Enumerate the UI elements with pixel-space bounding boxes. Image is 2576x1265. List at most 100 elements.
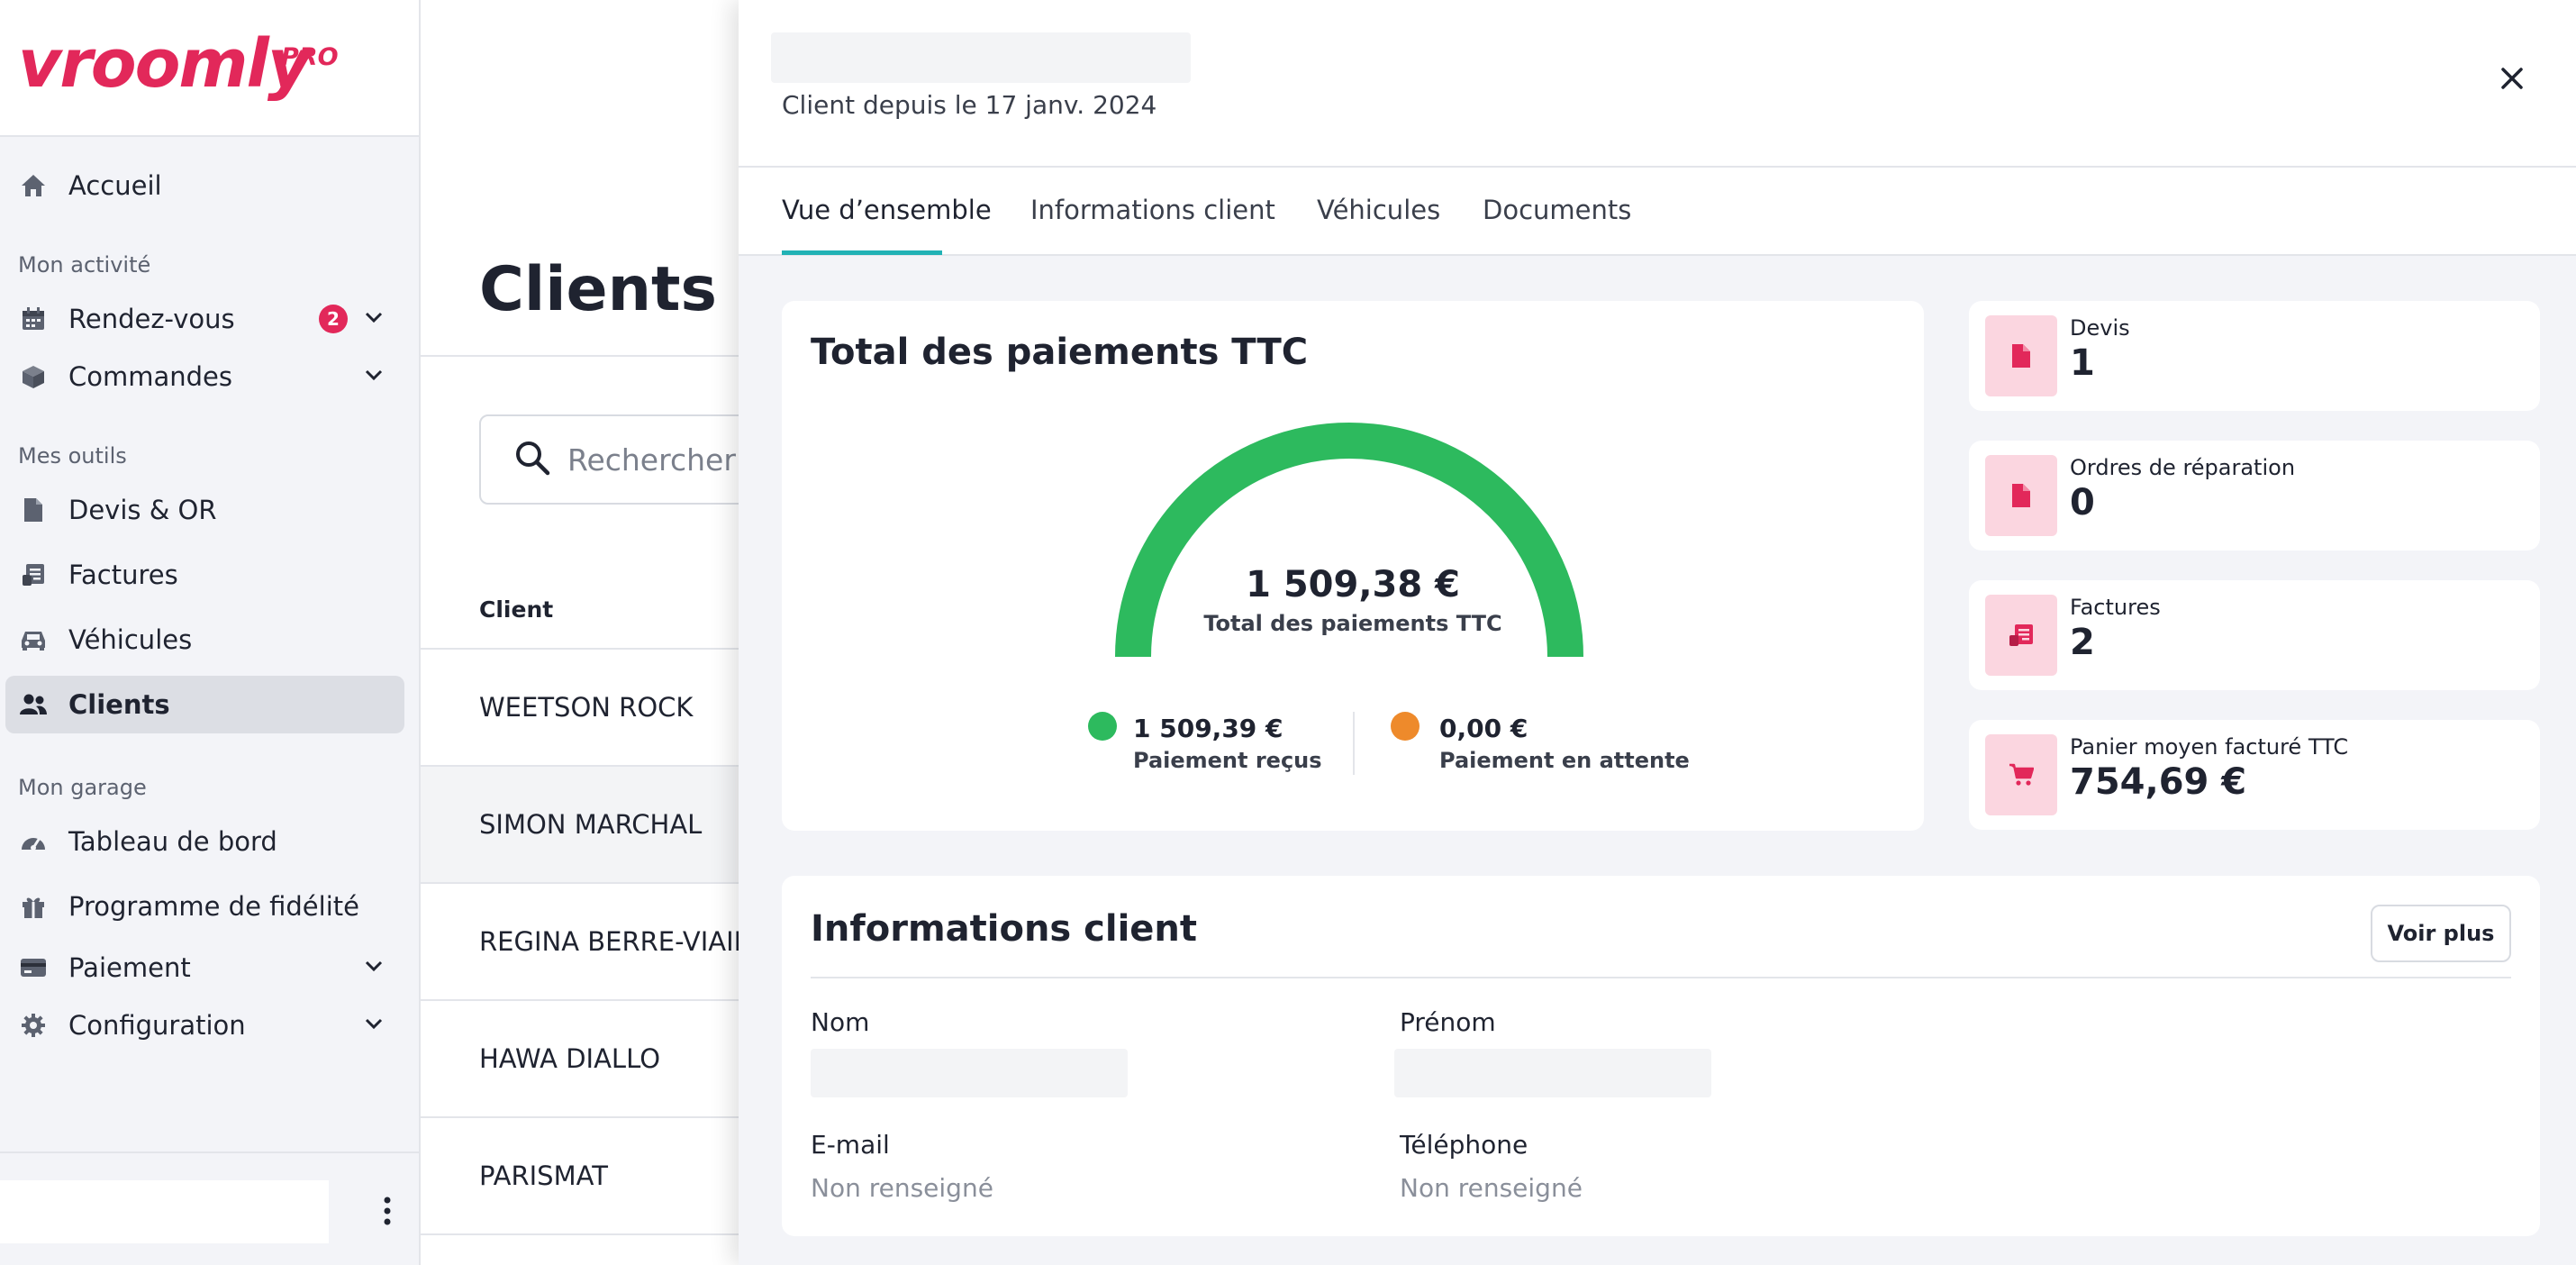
sidebar-item-label: Factures <box>68 560 178 590</box>
stat-card-invoices[interactable]: Factures 2 <box>1969 580 2540 690</box>
stat-label: Factures <box>2070 595 2161 620</box>
sidebar-item-dashboard[interactable]: Tableau de bord <box>5 813 404 870</box>
car-icon <box>18 624 49 655</box>
received-label: Paiement reçus <box>1133 748 1322 773</box>
received-value: 1 509,39 € <box>1133 714 1283 743</box>
chevron-down-icon[interactable] <box>363 1013 385 1038</box>
stat-value: 0 <box>2070 482 2095 523</box>
sidebar-item-orders[interactable]: Commandes <box>5 348 404 405</box>
first-name-value <box>1394 1049 1711 1097</box>
more-options-icon[interactable] <box>383 1197 392 1229</box>
sidebar-item-label: Véhicules <box>68 624 193 655</box>
stat-card-quotes[interactable]: Devis 1 <box>1969 301 2540 411</box>
document-icon <box>1985 315 2057 396</box>
drawer-tabs: Vue d’ensemble Informations client Véhic… <box>739 168 2576 256</box>
table-row[interactable]: REGINA BERRE-VIAIL <box>421 884 781 1001</box>
sidebar-item-label: Tableau de bord <box>68 826 277 857</box>
sidebar-item-label: Rendez-vous <box>68 304 235 334</box>
search-icon <box>513 439 551 480</box>
sidebar-item-label: Paiement <box>68 952 191 983</box>
chevron-down-icon[interactable] <box>363 306 385 332</box>
pending-dot <box>1391 712 1420 741</box>
brand-logo[interactable]: vroomly <box>18 25 311 103</box>
chevron-down-icon[interactable] <box>363 364 385 389</box>
calendar-icon <box>18 304 49 334</box>
sidebar-item-vehicles[interactable]: Véhicules <box>5 611 404 669</box>
chevron-down-icon[interactable] <box>363 955 385 980</box>
stat-value: 1 <box>2070 342 2095 384</box>
pending-label: Paiement en attente <box>1439 748 1690 773</box>
account-area[interactable] <box>0 1180 329 1243</box>
sidebar: vroomly PRO Accueil Mon activité Rendez-… <box>0 0 421 1265</box>
email-label: E-mail <box>811 1130 890 1160</box>
section-label-garage: Mon garage <box>18 775 147 800</box>
sidebar-footer <box>0 1151 419 1265</box>
pending-value: 0,00 € <box>1439 714 1528 743</box>
payments-card: Total des paiements TTC 1 509,38 € Total… <box>782 301 1924 831</box>
first-name-label: Prénom <box>1400 1007 1496 1037</box>
client-info-card: Informations client Voir plus Nom Prénom… <box>782 876 2540 1236</box>
sidebar-item-payment[interactable]: Paiement <box>5 939 404 997</box>
table-row[interactable]: WEETSON ROCK <box>421 650 781 767</box>
tab-overview[interactable]: Vue d’ensemble <box>782 195 992 225</box>
legend-divider <box>1353 712 1355 775</box>
table-row[interactable]: HAWA DIALLO <box>421 1001 781 1118</box>
document-icon <box>18 495 49 525</box>
table-row[interactable]: SIMON MARCHAL <box>421 767 781 884</box>
table-row[interactable]: PARISMAT <box>421 1118 781 1235</box>
email-value: Non renseigné <box>811 1173 993 1203</box>
stat-card-repair-orders[interactable]: Ordres de réparation 0 <box>1969 441 2540 551</box>
sidebar-item-label: Accueil <box>68 170 162 201</box>
drawer-header: Client depuis le 17 janv. 2024 <box>739 0 2576 168</box>
gear-icon <box>18 1010 49 1041</box>
close-icon[interactable] <box>2500 67 2524 94</box>
users-icon <box>18 689 49 720</box>
last-name-value <box>811 1049 1128 1097</box>
invoice-icon <box>1985 595 2057 676</box>
client-name-placeholder <box>771 32 1191 83</box>
document-icon <box>1985 455 2057 536</box>
stat-value: 2 <box>2070 622 2095 663</box>
tab-client-info[interactable]: Informations client <box>1030 195 1275 225</box>
section-label-activity: Mon activité <box>18 252 151 278</box>
sidebar-item-configuration[interactable]: Configuration <box>5 997 404 1054</box>
stat-label: Devis <box>2070 315 2130 341</box>
gift-icon <box>18 891 49 922</box>
client-detail-drawer: Client depuis le 17 janv. 2024 Vue d’ens… <box>739 0 2576 1265</box>
column-header-client[interactable]: Client <box>479 596 553 623</box>
last-name-label: Nom <box>811 1007 870 1037</box>
payments-total-label: Total des paiements TTC <box>1203 611 1502 636</box>
phone-value: Non renseigné <box>1400 1173 1583 1203</box>
stat-label: Panier moyen facturé TTC <box>2070 734 2349 760</box>
client-since: Client depuis le 17 janv. 2024 <box>782 90 1157 120</box>
sidebar-item-clients[interactable]: Clients <box>5 676 404 733</box>
divider <box>811 977 2511 978</box>
sidebar-item-loyalty[interactable]: Programme de fidélité <box>5 878 404 935</box>
stat-label: Ordres de réparation <box>2070 455 2296 480</box>
sidebar-item-label: Clients <box>68 689 170 720</box>
logo-bar: vroomly PRO <box>0 0 419 137</box>
tab-vehicles[interactable]: Véhicules <box>1317 195 1440 225</box>
sidebar-item-home[interactable]: Accueil <box>5 157 404 214</box>
section-label-tools: Mes outils <box>18 443 127 469</box>
brand-logo-tag: PRO <box>281 43 339 71</box>
tab-documents[interactable]: Documents <box>1483 195 1631 225</box>
appointments-badge: 2 <box>319 305 348 333</box>
stat-card-average-basket[interactable]: Panier moyen facturé TTC 754,69 € <box>1969 720 2540 830</box>
sidebar-item-quotes[interactable]: Devis & OR <box>5 481 404 539</box>
sidebar-item-invoices[interactable]: Factures <box>5 546 404 604</box>
received-dot <box>1088 712 1117 741</box>
sidebar-item-appointments[interactable]: Rendez-vous 2 <box>5 290 404 348</box>
home-icon <box>18 170 49 201</box>
stat-value: 754,69 € <box>2070 761 2247 803</box>
active-tab-indicator <box>782 250 942 255</box>
sidebar-item-label: Commandes <box>68 361 233 392</box>
cart-icon <box>1985 734 2057 815</box>
sidebar-item-label: Configuration <box>68 1010 246 1041</box>
invoice-icon <box>18 560 49 590</box>
gauge-icon <box>18 826 49 857</box>
page-title: Clients <box>479 254 718 325</box>
see-more-button[interactable]: Voir plus <box>2371 905 2511 962</box>
sidebar-item-label: Programme de fidélité <box>68 891 359 922</box>
box-icon <box>18 361 49 392</box>
